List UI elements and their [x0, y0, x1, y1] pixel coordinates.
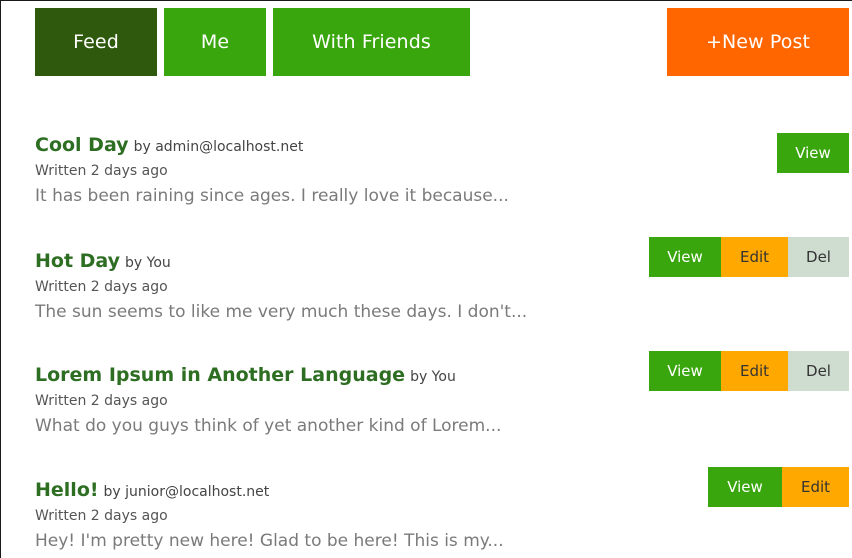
post-header: Hot Day by You — [35, 249, 171, 275]
delete-button[interactable]: Del — [788, 237, 849, 277]
post-excerpt: It has been raining since ages. I really… — [35, 186, 509, 206]
post-author: by You — [125, 255, 171, 271]
post-date: Written 2 days ago — [35, 393, 168, 409]
edit-button[interactable]: Edit — [721, 237, 788, 277]
post-date: Written 2 days ago — [35, 279, 168, 295]
post-actions: View Edit Del — [649, 351, 849, 391]
post-author: by junior@localhost.net — [103, 484, 270, 500]
post-excerpt: The sun seems to like me very much these… — [35, 302, 528, 322]
app-frame: Feed Me With Friends +New Post Cool Day b… — [0, 0, 852, 558]
post-actions: View Edit Del — [649, 237, 849, 277]
post-excerpt: What do you guys think of yet another ki… — [35, 416, 502, 436]
delete-button[interactable]: Del — [788, 351, 849, 391]
post-date: Written 2 days ago — [35, 163, 168, 179]
post-header: Hello! by junior@localhost.net — [35, 478, 269, 504]
post-title[interactable]: Hello! — [35, 479, 99, 501]
view-button[interactable]: View — [777, 133, 849, 173]
edit-button[interactable]: Edit — [782, 467, 849, 507]
post-title[interactable]: Cool Day — [35, 134, 129, 156]
post-title[interactable]: Hot Day — [35, 250, 120, 272]
post-item: Cool Day by admin@localhost.net Written 2… — [35, 133, 849, 233]
post-item: Hot Day by You Written 2 days ago The sun… — [35, 237, 849, 349]
edit-button[interactable]: Edit — [721, 351, 788, 391]
post-title[interactable]: Lorem Ipsum in Another Language — [35, 364, 405, 386]
tab-with-friends[interactable]: With Friends — [273, 8, 470, 76]
tab-me[interactable]: Me — [164, 8, 266, 76]
post-excerpt: Hey! I'm pretty new here! Glad to be her… — [35, 531, 504, 551]
view-button[interactable]: View — [649, 237, 721, 277]
view-button[interactable]: View — [708, 467, 782, 507]
post-item: Hello! by junior@localhost.net Written 2 … — [35, 467, 849, 558]
post-item: Lorem Ipsum in Another Language by You Wr… — [35, 351, 849, 463]
post-author: by You — [410, 369, 456, 385]
post-header: Lorem Ipsum in Another Language by You — [35, 363, 456, 389]
post-actions: View — [777, 133, 849, 173]
post-header: Cool Day by admin@localhost.net — [35, 133, 303, 159]
new-post-button[interactable]: +New Post — [667, 8, 849, 76]
post-author: by admin@localhost.net — [133, 139, 304, 155]
view-button[interactable]: View — [649, 351, 721, 391]
post-actions: View Edit — [708, 467, 849, 507]
tab-feed[interactable]: Feed — [35, 8, 157, 76]
post-date: Written 2 days ago — [35, 508, 168, 524]
